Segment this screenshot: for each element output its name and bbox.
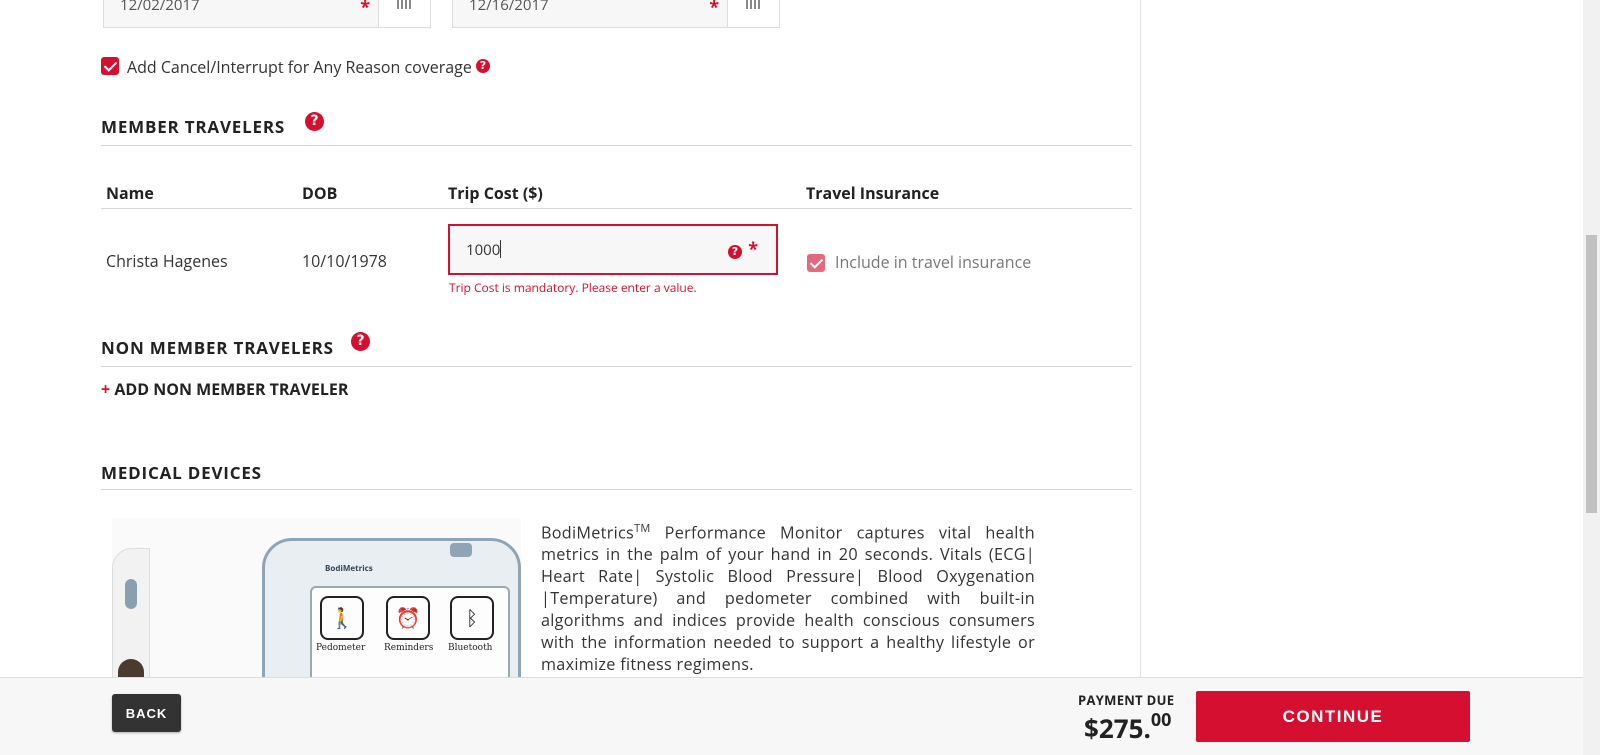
end-date-calendar-button[interactable] (727, 0, 779, 27)
cancel-coverage-checkbox[interactable] (101, 57, 119, 75)
footer-bar: BACK PAYMENT DUE $275.00 CONTINUE (0, 677, 1583, 755)
trip-cost-value: 1000 (466, 240, 502, 260)
continue-button[interactable]: CONTINUE (1196, 691, 1470, 742)
trip-cost-input[interactable]: 1000 ? * (448, 224, 778, 275)
trademark: TM (634, 521, 651, 536)
add-non-member-traveler-label: ADD NON MEMBER TRAVELER (114, 378, 349, 400)
pedometer-label: Pedometer (316, 643, 366, 653)
required-mark: * (709, 0, 719, 19)
include-insurance-label: Include in travel insurance (835, 251, 1032, 273)
member-travelers-help-icon[interactable]: ? (305, 112, 324, 131)
device-top-button (450, 543, 472, 557)
trip-cost-error-message: Trip Cost is mandatory. Please enter a v… (449, 279, 697, 296)
divider (101, 366, 1132, 367)
page-scrollbar[interactable] (1583, 0, 1600, 755)
column-header-name: Name (106, 182, 154, 204)
scrollbar-thumb[interactable] (1586, 235, 1597, 513)
right-panel (1141, 0, 1583, 755)
device-description: BodiMetricsTM Performance Monitor captur… (541, 518, 1035, 675)
device-screen: 🚶 Pedometer ⏰ Reminders ᛒ Bluetooth (310, 586, 510, 678)
cancel-coverage-label: Add Cancel/Interrupt for Any Reason cove… (127, 56, 472, 78)
medical-devices-title: MEDICAL DEVICES (101, 461, 262, 484)
start-date-calendar-button[interactable] (378, 0, 430, 27)
back-button[interactable]: BACK (112, 694, 181, 732)
start-date-field[interactable]: 12/02/2017 * (103, 0, 431, 28)
required-mark: * (360, 0, 370, 19)
alarm-clock-icon: ⏰ (386, 596, 430, 640)
cancel-coverage-help-icon[interactable]: ? (476, 59, 490, 73)
device-side-view (112, 548, 150, 678)
bodimetrics-device-image: BodiMetrics 🚶 Pedometer ⏰ Reminders ᛒ Bl… (112, 518, 521, 678)
non-member-travelers-title: NON MEMBER TRAVELERS (101, 336, 334, 359)
calendar-icon (397, 0, 413, 9)
start-date-value: 12/02/2017 (120, 0, 200, 15)
divider (101, 489, 1132, 490)
non-member-travelers-help-icon[interactable]: ? (351, 332, 370, 351)
device-button (125, 579, 137, 609)
divider (101, 145, 1132, 146)
plus-icon: + (101, 378, 111, 400)
device-front: BodiMetrics 🚶 Pedometer ⏰ Reminders ᛒ Bl… (262, 538, 521, 678)
bluetooth-label: Bluetooth (448, 643, 493, 653)
pedometer-icon: 🚶 (320, 596, 364, 640)
description-text: Performance Monitor captures vital healt… (541, 521, 1035, 676)
add-non-member-traveler-link[interactable]: + ADD NON MEMBER TRAVELER (101, 378, 348, 400)
member-travelers-title: MEMBER TRAVELERS (101, 115, 286, 138)
required-mark: * (748, 237, 758, 261)
end-date-field[interactable]: 12/16/2017 * (452, 0, 780, 28)
trip-cost-help-icon[interactable]: ? (728, 245, 742, 259)
bluetooth-icon: ᛒ (450, 596, 494, 640)
reminders-label: Reminders (384, 643, 434, 653)
traveler-name: Christa Hagenes (106, 250, 228, 272)
end-date-value: 12/16/2017 (469, 0, 549, 15)
table-header-divider (101, 208, 1132, 209)
text-caret (500, 240, 502, 258)
column-header-dob: DOB (302, 182, 338, 204)
device-logo: BodiMetrics (325, 563, 373, 574)
traveler-dob: 10/10/1978 (302, 250, 387, 272)
device-sensor (118, 659, 144, 678)
include-insurance-checkbox[interactable] (807, 254, 825, 272)
payment-due-label: PAYMENT DUE (1078, 691, 1175, 709)
main-content: 12/02/2017 * 12/16/2017 * Add Cancel/Int… (0, 0, 1141, 755)
column-header-travel-insurance: Travel Insurance (806, 182, 940, 204)
column-header-trip-cost: Trip Cost ($) (448, 182, 543, 204)
product-name: BodiMetrics (541, 521, 635, 544)
calendar-icon (746, 0, 762, 9)
payment-due-amount: $275.00 (1084, 708, 1172, 746)
